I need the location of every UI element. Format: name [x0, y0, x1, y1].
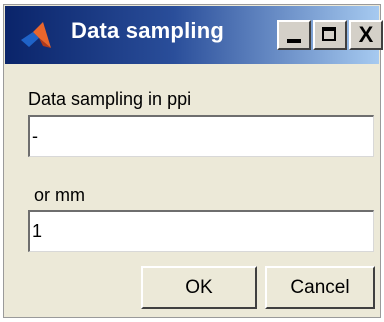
- ok-button[interactable]: OK: [141, 266, 257, 309]
- cancel-button[interactable]: Cancel: [265, 266, 375, 309]
- window-title: Data sampling: [71, 18, 224, 43]
- maximize-button[interactable]: [313, 20, 347, 50]
- title-bar[interactable]: Data sampling X: [5, 6, 383, 64]
- maximize-icon: [322, 27, 336, 41]
- mm-input[interactable]: 1: [28, 210, 374, 252]
- close-button[interactable]: X: [349, 20, 383, 50]
- minimize-icon: [287, 39, 301, 43]
- ppi-label: Data sampling in ppi: [28, 89, 192, 109]
- mm-input-value: 1: [32, 221, 43, 241]
- minimize-button[interactable]: [277, 20, 311, 50]
- ppi-input-value: -: [32, 126, 38, 146]
- ok-button-label: OK: [185, 276, 213, 298]
- cancel-button-label: Cancel: [290, 276, 350, 298]
- close-icon: X: [358, 22, 374, 47]
- matlab-logo-icon: [21, 22, 51, 48]
- data-sampling-dialog: Data sampling X Data sampling in ppi - o…: [3, 4, 383, 318]
- mm-label: or mm: [34, 185, 85, 205]
- ppi-input[interactable]: -: [28, 115, 374, 157]
